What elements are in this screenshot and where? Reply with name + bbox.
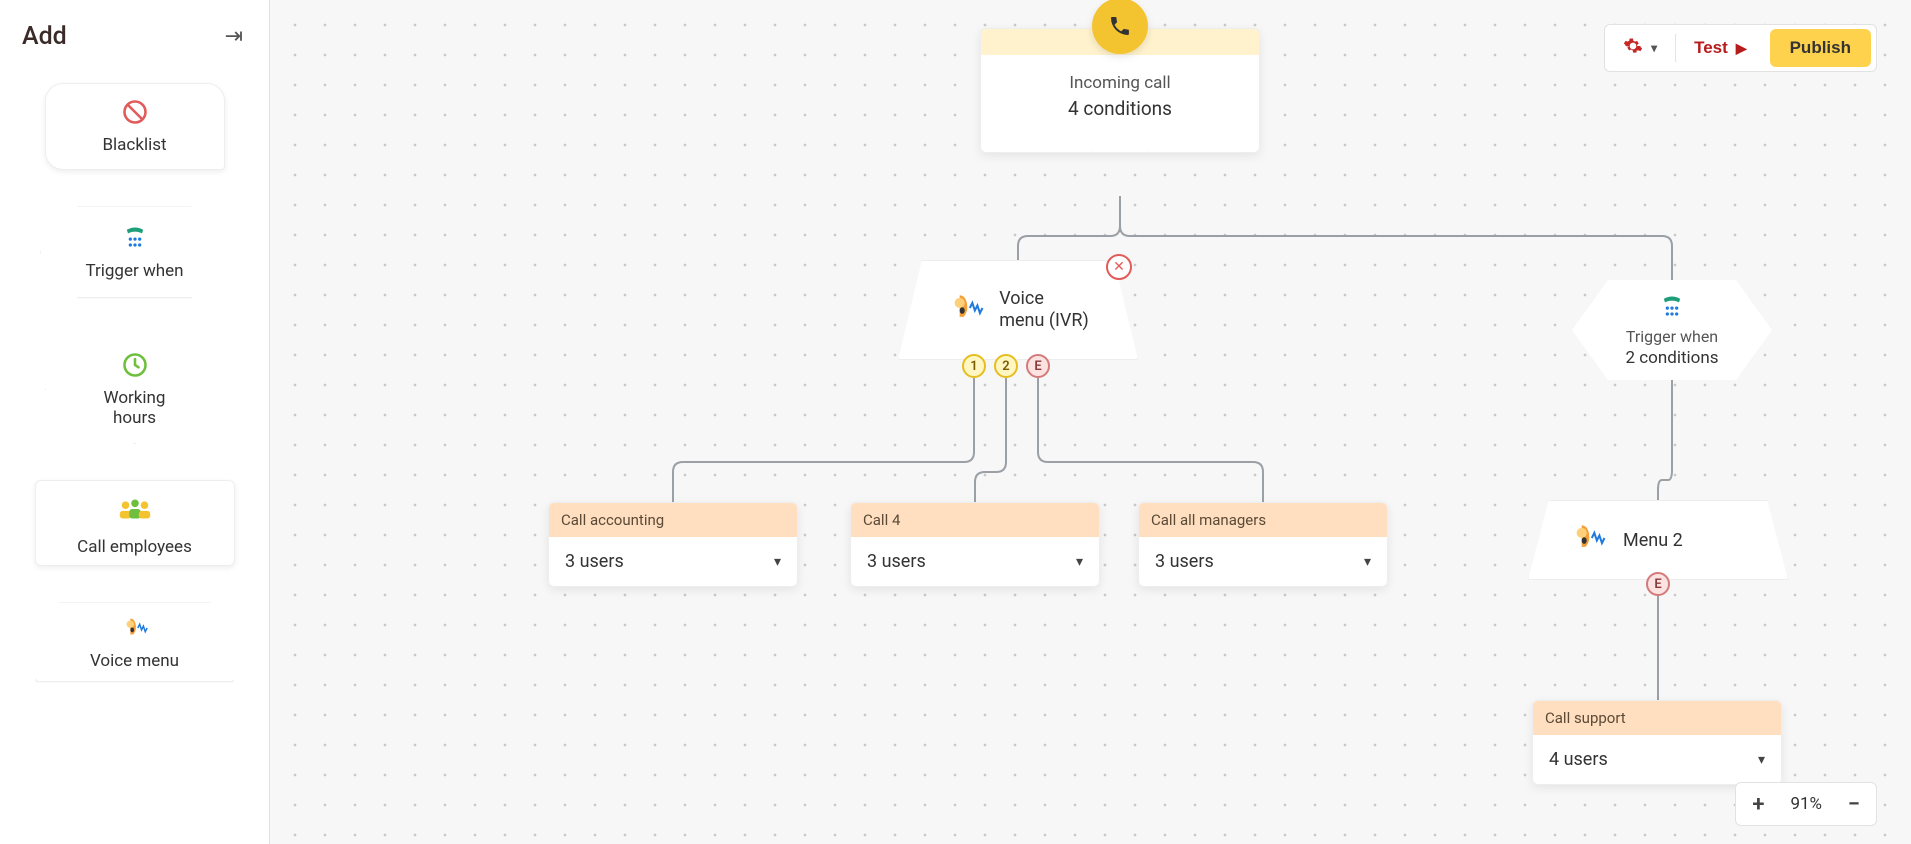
chevron-down-icon[interactable]: ▾ (1076, 554, 1083, 570)
node-call-all-managers[interactable]: Call all managers 3 users ▾ (1138, 502, 1388, 587)
node-call-support[interactable]: Call support 4 users ▾ (1532, 700, 1782, 785)
call-users: 3 users (565, 551, 624, 572)
chevron-down-icon: ▾ (1651, 41, 1657, 55)
palette-trigger-when[interactable]: Trigger when (30, 206, 240, 298)
gear-icon (1623, 36, 1643, 61)
node-voice-menu-ivr[interactable]: Voice menu (IVR) (898, 260, 1138, 360)
close-icon: ✕ (1113, 259, 1125, 275)
node-call-accounting[interactable]: Call accounting 3 users ▾ (548, 502, 798, 587)
chevron-down-icon[interactable]: ▾ (774, 554, 781, 570)
publish-label: Publish (1790, 38, 1851, 58)
palette-label: Working hours (104, 388, 166, 429)
node-call-4[interactable]: Call 4 3 users ▾ (850, 502, 1100, 587)
call-users: 4 users (1549, 749, 1608, 770)
chevron-down-icon[interactable]: ▾ (1758, 752, 1765, 768)
palette-call-employees[interactable]: Call employees (30, 480, 240, 566)
ivr-line1: Voice (999, 288, 1089, 311)
zoom-out-button[interactable]: − (1832, 783, 1876, 825)
clock-icon (121, 351, 149, 384)
phone-icon (1658, 293, 1686, 325)
publish-button[interactable]: Publish (1770, 29, 1871, 67)
call-title: Call 4 (851, 503, 1099, 537)
play-icon: ▶ (1736, 40, 1747, 57)
call-title: Call support (1533, 701, 1781, 735)
settings-button[interactable]: ▾ (1605, 25, 1675, 71)
flow-canvas[interactable]: ▾ Test ▶ Publish (270, 0, 1911, 844)
ivr-line2: menu (IVR) (999, 310, 1089, 333)
palette-label: Call employees (77, 537, 192, 557)
users-icon (116, 490, 154, 533)
incoming-subtitle: 4 conditions (991, 97, 1249, 120)
top-toolbar: ▾ Test ▶ Publish (1604, 24, 1877, 72)
node-trigger-when[interactable]: Trigger when 2 conditions (1572, 280, 1772, 380)
chevron-down-icon[interactable]: ▾ (1364, 554, 1371, 570)
ban-icon (121, 98, 149, 131)
test-label: Test (1694, 38, 1728, 58)
call-title: Call accounting (549, 503, 797, 537)
call-title: Call all managers (1139, 503, 1387, 537)
menu2-label: Menu 2 (1623, 530, 1683, 551)
palette-voice-menu[interactable]: Voice menu (30, 602, 240, 682)
call-users: 3 users (1155, 551, 1214, 572)
sidebar: Add ⇥ Blacklist Trigger when (0, 0, 270, 844)
zoom-in-button[interactable]: + (1736, 783, 1780, 825)
voice-icon (1569, 519, 1607, 561)
trigger-line2: 2 conditions (1625, 348, 1718, 368)
ivr-port-2[interactable]: 2 (994, 354, 1018, 378)
palette-blacklist[interactable]: Blacklist (30, 83, 240, 170)
palette-label: Blacklist (102, 135, 166, 155)
ivr-port-e[interactable]: E (1026, 354, 1050, 378)
collapse-sidebar-icon[interactable]: ⇥ (225, 24, 243, 49)
node-menu-2[interactable]: Menu 2 (1528, 500, 1788, 580)
node-incoming-call[interactable]: Incoming call 4 conditions (980, 28, 1260, 153)
ivr-port-1[interactable]: 1 (962, 354, 986, 378)
voice-icon (121, 614, 149, 647)
incoming-title: Incoming call (991, 73, 1249, 93)
node-palette: Blacklist Trigger when Working hours (0, 69, 269, 682)
palette-working-hours[interactable]: Working hours (30, 334, 240, 444)
call-users: 3 users (867, 551, 926, 572)
phone-icon (121, 224, 149, 257)
menu2-port-e[interactable]: E (1646, 572, 1670, 596)
test-button[interactable]: Test ▶ (1676, 25, 1764, 71)
sidebar-title: Add (22, 22, 67, 51)
zoom-control: + 91% − (1735, 782, 1877, 826)
phone-circle-icon (1092, 0, 1148, 54)
trigger-line1: Trigger when (1626, 327, 1718, 346)
palette-label: Trigger when (85, 261, 183, 281)
voice-icon (947, 289, 985, 331)
palette-label: Voice menu (90, 651, 179, 671)
ivr-ports: 1 2 E (962, 354, 1050, 378)
delete-node-button[interactable]: ✕ (1106, 254, 1132, 280)
zoom-level: 91% (1780, 794, 1832, 814)
